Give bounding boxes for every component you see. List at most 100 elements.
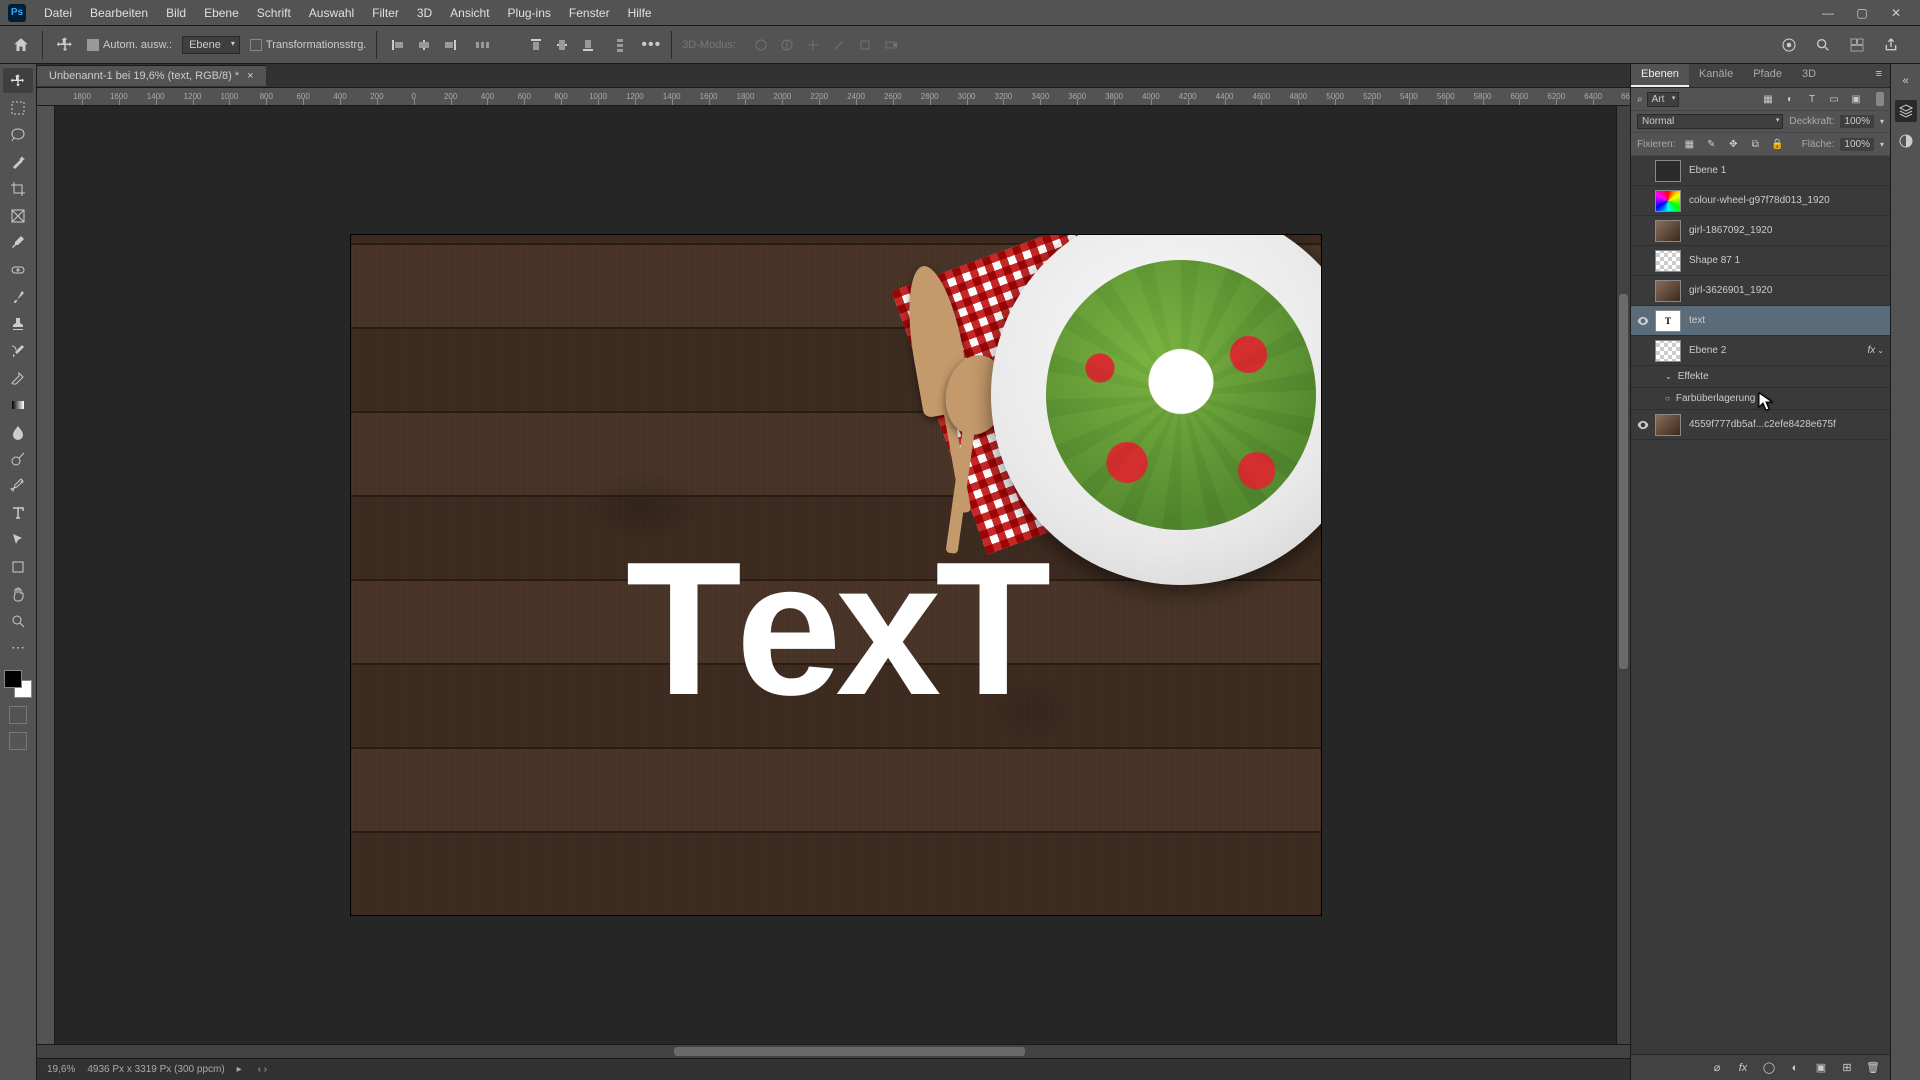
fill-dropdown-icon[interactable]: ▾ bbox=[1880, 140, 1884, 149]
align-v-center[interactable] bbox=[551, 34, 573, 56]
more-options[interactable]: ••• bbox=[641, 36, 661, 54]
document-tab[interactable]: Unbenannt-1 bei 19,6% (text, RGB/8) * × bbox=[37, 65, 266, 86]
3d-scale[interactable] bbox=[854, 34, 876, 56]
filter-pixel-icon[interactable]: ▦ bbox=[1760, 91, 1776, 107]
menu-bearbeiten[interactable]: Bearbeiten bbox=[82, 3, 156, 23]
brush-tool[interactable] bbox=[3, 284, 33, 309]
collapse-arrow-icon[interactable]: « bbox=[1895, 70, 1917, 92]
menu-ansicht[interactable]: Ansicht bbox=[442, 3, 497, 23]
layer-row[interactable]: Ebene 1 bbox=[1631, 156, 1890, 186]
3d-orbit[interactable] bbox=[750, 34, 772, 56]
quickmask-toggle[interactable] bbox=[9, 706, 27, 724]
filter-type-icon[interactable]: T bbox=[1804, 91, 1820, 107]
vertical-scrollbar[interactable] bbox=[1616, 106, 1630, 1044]
tab-close[interactable]: × bbox=[247, 70, 253, 82]
tab-ebenen[interactable]: Ebenen bbox=[1631, 64, 1689, 87]
layer-thumbnail[interactable] bbox=[1655, 250, 1681, 272]
layer-row[interactable]: colour-wheel-g97f78d013_1920 bbox=[1631, 186, 1890, 216]
menu-bild[interactable]: Bild bbox=[158, 3, 194, 23]
fx-indicator[interactable]: fx bbox=[1868, 345, 1876, 356]
distribute-h[interactable] bbox=[471, 34, 493, 56]
align-top[interactable] bbox=[525, 34, 547, 56]
layer-thumbnail[interactable] bbox=[1655, 190, 1681, 212]
foreground-color[interactable] bbox=[4, 670, 22, 688]
stamp-tool[interactable] bbox=[3, 311, 33, 336]
filter-adjust-icon[interactable]: ◐ bbox=[1782, 91, 1798, 107]
eraser-tool[interactable] bbox=[3, 365, 33, 390]
fx-toggle-icon[interactable]: ⌄ bbox=[1665, 372, 1672, 381]
gradient-tool[interactable] bbox=[3, 392, 33, 417]
lock-nest-icon[interactable]: ⧉ bbox=[1747, 136, 1763, 152]
fx-expand-icon[interactable]: ⌄ bbox=[1877, 346, 1884, 355]
hand-tool[interactable] bbox=[3, 581, 33, 606]
new-layer-icon[interactable]: ⊞ bbox=[1838, 1059, 1856, 1077]
color-swatches[interactable] bbox=[4, 670, 32, 698]
lock-pixels-icon[interactable]: ✎ bbox=[1703, 136, 1719, 152]
layer-fx-item[interactable]: ○Farbüberlagerung bbox=[1631, 388, 1890, 410]
layer-row[interactable]: Shape 87 1 bbox=[1631, 246, 1890, 276]
menu-datei[interactable]: Datei bbox=[36, 3, 80, 23]
canvas-background[interactable]: TexT bbox=[55, 106, 1616, 1044]
layer-thumbnail[interactable]: T bbox=[1655, 310, 1681, 332]
filter-shape-icon[interactable]: ▭ bbox=[1826, 91, 1842, 107]
filter-type-select[interactable]: Art bbox=[1647, 92, 1680, 107]
layer-thumbnail[interactable] bbox=[1655, 414, 1681, 436]
ruler-vertical[interactable] bbox=[37, 106, 55, 1044]
layer-name[interactable]: text bbox=[1689, 315, 1884, 326]
path-select-tool[interactable] bbox=[3, 527, 33, 552]
doc-info-arrow[interactable]: ▸ bbox=[237, 1064, 242, 1075]
align-h-center[interactable] bbox=[413, 34, 435, 56]
window-maximize[interactable]: ▢ bbox=[1846, 1, 1878, 25]
layer-row[interactable]: Ttext bbox=[1631, 306, 1890, 336]
tab-3d[interactable]: 3D bbox=[1792, 64, 1826, 87]
lock-position-icon[interactable]: ✥ bbox=[1725, 136, 1741, 152]
healing-tool[interactable] bbox=[3, 257, 33, 282]
layer-row[interactable]: Ebene 2fx⌄ bbox=[1631, 336, 1890, 366]
adjustment-layer-icon[interactable]: ◐ bbox=[1786, 1059, 1804, 1077]
transform-controls-checkbox[interactable]: Transformationsstrg. bbox=[250, 39, 366, 51]
layer-thumbnail[interactable] bbox=[1655, 220, 1681, 242]
zoom-tool[interactable] bbox=[3, 608, 33, 633]
blur-tool[interactable] bbox=[3, 419, 33, 444]
marquee-tool[interactable] bbox=[3, 95, 33, 120]
layer-thumbnail[interactable] bbox=[1655, 280, 1681, 302]
wand-tool[interactable] bbox=[3, 149, 33, 174]
align-bottom[interactable] bbox=[577, 34, 599, 56]
text-layer[interactable]: TexT bbox=[626, 520, 1045, 738]
layer-mask-icon[interactable]: ◯ bbox=[1760, 1059, 1778, 1077]
layer-name[interactable]: girl-3626901_1920 bbox=[1689, 285, 1884, 296]
panel-menu[interactable]: ≡ bbox=[1868, 64, 1890, 87]
tab-pfade[interactable]: Pfade bbox=[1743, 64, 1792, 87]
3d-pan[interactable] bbox=[802, 34, 824, 56]
nav-arrows[interactable]: ‹ › bbox=[258, 1064, 267, 1075]
layers-shortcut-icon[interactable] bbox=[1895, 100, 1917, 122]
layer-visibility-toggle[interactable] bbox=[1631, 314, 1655, 328]
layer-name[interactable]: Ebene 1 bbox=[1689, 165, 1884, 176]
menu-hilfe[interactable]: Hilfe bbox=[620, 3, 660, 23]
layer-name[interactable]: colour-wheel-g97f78d013_1920 bbox=[1689, 195, 1884, 206]
eyedropper-tool[interactable] bbox=[3, 230, 33, 255]
layer-row[interactable]: girl-3626901_1920 bbox=[1631, 276, 1890, 306]
layer-name[interactable]: 4559f777db5af...c2efe8428e675f bbox=[1689, 419, 1884, 430]
layer-thumbnail[interactable] bbox=[1655, 160, 1681, 182]
align-left[interactable] bbox=[387, 34, 409, 56]
fill-value[interactable]: 100% bbox=[1840, 138, 1874, 151]
layer-name[interactable]: Shape 87 1 bbox=[1689, 255, 1884, 266]
menu-fenster[interactable]: Fenster bbox=[561, 3, 618, 23]
ruler-horizontal[interactable]: 1800160014001200100080060040020002004006… bbox=[37, 88, 1630, 106]
menu-plugins[interactable]: Plug-ins bbox=[500, 3, 559, 23]
menu-schrift[interactable]: Schrift bbox=[249, 3, 299, 23]
edit-toolbar[interactable]: ⋯ bbox=[3, 635, 33, 660]
auto-select-checkbox[interactable]: Autom. ausw.: bbox=[87, 39, 172, 51]
layer-thumbnail[interactable] bbox=[1655, 340, 1681, 362]
align-right[interactable] bbox=[439, 34, 461, 56]
type-tool[interactable] bbox=[3, 500, 33, 525]
menu-filter[interactable]: Filter bbox=[364, 3, 407, 23]
3d-roll[interactable] bbox=[776, 34, 798, 56]
layer-fx-icon[interactable]: fx bbox=[1734, 1059, 1752, 1077]
doc-info[interactable]: 4936 Px x 3319 Px (300 ppcm) bbox=[87, 1064, 224, 1075]
horizontal-scrollbar[interactable] bbox=[37, 1044, 1630, 1058]
home-button[interactable] bbox=[10, 34, 32, 56]
3d-camera[interactable] bbox=[880, 34, 902, 56]
menu-3d[interactable]: 3D bbox=[409, 3, 440, 23]
